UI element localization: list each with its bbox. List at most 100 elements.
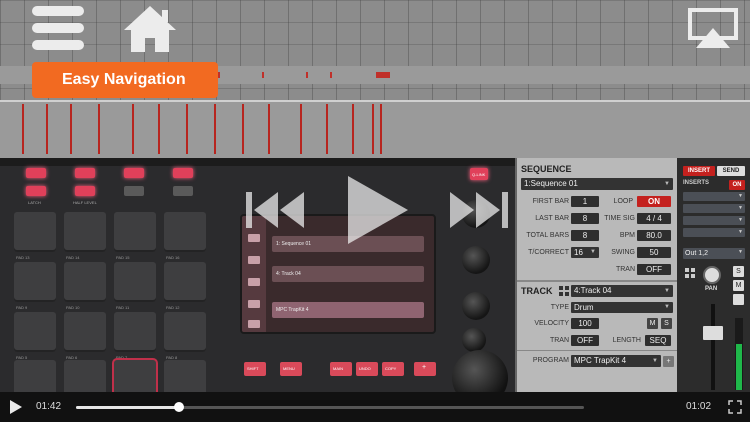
navigation-tooltip: Easy Navigation	[32, 62, 218, 98]
sequence-header: SEQUENCE	[521, 164, 572, 174]
track-mute-button[interactable]: M	[647, 318, 658, 329]
bpm-field[interactable]: 80.0	[637, 230, 671, 241]
sixteen-level-button[interactable]	[124, 186, 144, 196]
time-sig-label: TIME SIG	[604, 215, 635, 222]
full-level-button[interactable]	[26, 186, 46, 196]
time-sig-field[interactable]: 4 / 4	[637, 213, 671, 224]
pad[interactable]: PAD 14	[64, 212, 106, 260]
grid-icon[interactable]	[559, 286, 569, 296]
pad[interactable]: PAD 6	[64, 312, 106, 360]
insert-slot-1[interactable]	[683, 192, 745, 201]
insert-slot-3[interactable]	[683, 216, 745, 225]
pad[interactable]: PAD 8	[164, 312, 206, 360]
half-level-button[interactable]	[75, 186, 95, 196]
pad-bank-button-4[interactable]	[173, 168, 193, 178]
qlink-knob[interactable]	[462, 328, 486, 352]
t-correct-select[interactable]: 16	[571, 247, 599, 258]
pad[interactable]	[164, 360, 206, 392]
arrangement-lane-2	[0, 100, 750, 158]
remaining-time: 01:02	[686, 401, 712, 412]
qlink-knob[interactable]	[462, 246, 490, 274]
pad[interactable]: PAD 5	[14, 312, 56, 360]
insert-tab[interactable]: INSERT	[683, 166, 715, 176]
track-select[interactable]: 4:Track 04	[571, 285, 673, 297]
next-icon[interactable]	[450, 192, 508, 228]
pad[interactable]	[14, 360, 56, 392]
first-bar-field[interactable]: 1	[571, 196, 599, 207]
grid-icon[interactable]	[685, 268, 695, 278]
first-bar-label: FIRST BAR	[532, 198, 569, 205]
add-program-button[interactable]: +	[663, 356, 674, 367]
airplay-icon[interactable]	[688, 8, 738, 50]
play-icon[interactable]	[10, 400, 22, 414]
video-frame: Easy Navigation LATCH HALF LEVEL Q-LINK …	[0, 0, 750, 422]
pad[interactable]: PAD 12	[164, 262, 206, 310]
qlink-knob[interactable]	[462, 292, 490, 320]
swing-field[interactable]: 50	[637, 247, 671, 258]
velocity-label: VELOCITY	[534, 320, 569, 327]
program-select[interactable]: MPC TrapKit 4	[571, 355, 661, 367]
pan-knob[interactable]	[703, 266, 721, 284]
play-overlay-icon[interactable]	[348, 176, 408, 244]
pad-bank-button[interactable]	[26, 168, 46, 178]
pad-active[interactable]	[114, 360, 156, 392]
inserts-label: INSERTS	[683, 180, 710, 186]
erase-button[interactable]	[173, 186, 193, 196]
mixer-strip: INSERT SEND INSERTS ON Out 1,2 PAN S M	[677, 158, 750, 392]
output-select[interactable]: Out 1,2	[683, 248, 745, 259]
pad[interactable]	[64, 360, 106, 392]
level-meter	[735, 318, 743, 390]
pad[interactable]: PAD 16	[164, 212, 206, 260]
transport-overlay	[246, 176, 508, 244]
type-select[interactable]: Drum	[571, 302, 673, 313]
data-wheel[interactable]	[452, 350, 508, 392]
total-bars-field[interactable]: 8	[571, 230, 599, 241]
main-label: MAIN	[333, 366, 343, 371]
track-tran-label: TRAN	[549, 337, 569, 344]
pad[interactable]: PAD 15	[114, 212, 156, 260]
mixer-mute-button[interactable]: M	[733, 280, 744, 291]
pad[interactable]: PAD 7	[114, 312, 156, 360]
previous-icon[interactable]	[246, 192, 304, 228]
inserts-toggle[interactable]: ON	[729, 180, 745, 190]
type-label: TYPE	[550, 304, 569, 311]
menu-icon[interactable]	[32, 6, 84, 52]
mixer-solo-button[interactable]: S	[733, 266, 744, 277]
volume-fader[interactable]	[703, 326, 723, 340]
pad-bank-button-2[interactable]	[75, 168, 95, 178]
fullscreen-icon[interactable]	[728, 400, 742, 414]
pad-bank-button-3[interactable]	[124, 168, 144, 178]
insert-slot-4[interactable]	[683, 228, 745, 237]
loop-toggle[interactable]: ON	[637, 196, 671, 207]
pad[interactable]: PAD 11	[114, 262, 156, 310]
progress-fill	[76, 406, 179, 409]
pad[interactable]: PAD 9	[14, 262, 56, 310]
sequence-select[interactable]: 1:Sequence 01	[521, 178, 673, 190]
last-bar-label: LAST BAR	[535, 215, 569, 222]
pad[interactable]: PAD 10	[64, 262, 106, 310]
screen-track-row[interactable]: 4: Track 04	[272, 266, 424, 282]
velocity-field[interactable]: 100	[571, 318, 599, 329]
plus-label: +	[422, 364, 427, 371]
length-field[interactable]: SEQ	[645, 335, 671, 346]
undo-label: UNDO	[359, 366, 371, 371]
pad[interactable]: PAD 13	[14, 212, 56, 260]
last-bar-field[interactable]: 8	[571, 213, 599, 224]
latch-label: LATCH	[28, 200, 41, 205]
shift-label: SHIFT	[247, 366, 259, 371]
swing-label: SWING	[611, 249, 635, 256]
screen-program-row[interactable]: MPC TrapKit 4	[272, 302, 424, 318]
elapsed-time: 01:42	[36, 401, 62, 412]
seq-tran-field[interactable]: OFF	[637, 264, 671, 275]
track-solo-button[interactable]: S	[661, 318, 672, 329]
progress-handle[interactable]	[173, 402, 184, 412]
copy-label: COPY	[385, 366, 397, 371]
send-tab[interactable]: SEND	[717, 166, 745, 176]
length-label: LENGTH	[612, 337, 641, 344]
menu-label: MENU	[283, 366, 295, 371]
insert-slot-2[interactable]	[683, 204, 745, 213]
home-icon[interactable]	[122, 4, 178, 54]
fader-track	[711, 304, 715, 390]
record-arm-button[interactable]	[733, 294, 744, 305]
track-tran-field[interactable]: OFF	[571, 335, 599, 346]
